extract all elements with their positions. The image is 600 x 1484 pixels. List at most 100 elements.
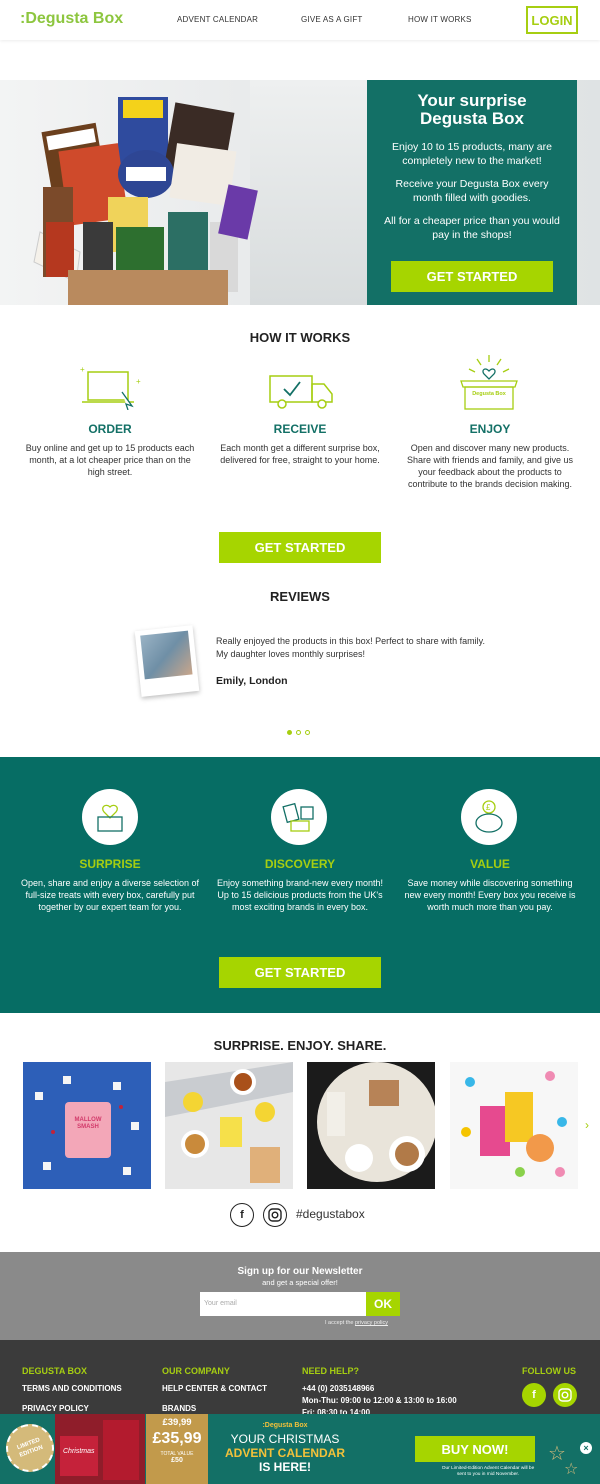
review-carousel-dots: [285, 722, 312, 740]
limited-edition-badge: LIMITED EDITION: [0, 1417, 61, 1479]
value-col-surprise: SURPRISE Open, share and enjoy a diverse…: [20, 857, 200, 913]
piggy-bank-icon: £: [461, 789, 517, 845]
promo-line3: IS HERE!: [258, 1460, 311, 1474]
enjoy-title: ENJOY: [469, 422, 511, 436]
site-header: :Degusta Box ADVENT CALENDAR GIVE AS A G…: [0, 0, 600, 40]
gallery-photo-2[interactable]: [165, 1062, 293, 1189]
order-title: ORDER: [88, 422, 132, 436]
how-col-enjoy: ENJOY Open and discover many new product…: [400, 422, 580, 490]
hero-background: [250, 80, 370, 305]
review-author: Emily, London: [216, 675, 288, 687]
close-icon[interactable]: ×: [580, 1442, 592, 1454]
values-section: £ SURPRISE Open, share and enjoy a diver…: [0, 757, 600, 1013]
footer-privacy-link[interactable]: PRIVACY POLICY: [22, 1404, 89, 1413]
gallery-photo-4[interactable]: [450, 1062, 578, 1189]
facebook-icon[interactable]: f: [230, 1203, 254, 1227]
promo-brand: :Degusta Box: [262, 1422, 308, 1429]
privacy-policy-link[interactable]: privacy policy: [355, 1320, 388, 1326]
current-price: £35,99: [152, 1430, 202, 1447]
newsletter-title: Sign up for our Newsletter: [237, 1266, 363, 1277]
gallery-title: SURPRISE. ENJOY. SHARE.: [213, 1038, 387, 1053]
footer-facebook-icon[interactable]: f: [522, 1383, 546, 1407]
carousel-dot-1[interactable]: [287, 730, 292, 735]
product-box-image: [28, 92, 268, 305]
privacy-consent: I accept the privacy policy: [325, 1320, 388, 1326]
footer-help-link[interactable]: HELP CENTER & CONTACT: [162, 1384, 267, 1393]
login-button[interactable]: LOGIN: [526, 6, 578, 34]
footer-terms-link[interactable]: TERMS AND CONDITIONS: [22, 1384, 122, 1393]
value-col-discovery: DISCOVERY Enjoy something brand-new ever…: [210, 857, 390, 913]
laptop-icon: + +: [78, 364, 144, 411]
surprise-heart-box-icon: [82, 789, 138, 845]
calendar-label: Christmas: [63, 1448, 95, 1455]
surprise-text: Open, share and enjoy a diverse selectio…: [20, 878, 200, 912]
hero-text-3: All for a cheaper price than you would p…: [384, 215, 560, 241]
gallery-photo-3[interactable]: [307, 1062, 435, 1189]
newsletter-email-input[interactable]: Your email: [200, 1292, 366, 1316]
hashtag: #degustabox: [296, 1207, 365, 1221]
footer-instagram-icon[interactable]: [553, 1383, 577, 1407]
how-it-works-title: HOW IT WORKS: [249, 330, 351, 345]
footer-col3-title: NEED HELP?: [302, 1366, 360, 1376]
gallery-photo-1[interactable]: MALLOW SMASH: [23, 1062, 151, 1189]
hero-title-line2: Degusta Box: [420, 109, 524, 128]
discovery-title: DISCOVERY: [264, 857, 336, 871]
old-price: £39,99: [162, 1417, 192, 1428]
nav-how-it-works[interactable]: HOW IT WORKS: [408, 15, 472, 24]
how-get-started-button[interactable]: GET STARTED: [219, 532, 381, 563]
gallery-next-arrow-icon[interactable]: ›: [585, 1118, 589, 1132]
buy-now-button[interactable]: BUY NOW!: [415, 1436, 535, 1462]
promo-headline: :Degusta Box YOUR CHRISTMAS ADVENT CALEN…: [210, 1422, 360, 1474]
values-get-started-button[interactable]: GET STARTED: [219, 957, 381, 988]
reviews-title: REVIEWS: [270, 589, 330, 604]
receive-title: RECEIVE: [273, 422, 327, 436]
nav-give-as-a-gift[interactable]: GIVE AS A GIFT: [301, 15, 363, 24]
surprise-title: SURPRISE: [79, 857, 141, 871]
footer-phone[interactable]: +44 (0) 2035148966: [302, 1384, 374, 1393]
hero-panel: Your surprise Degusta Box Enjoy 10 to 15…: [367, 80, 577, 305]
advent-calendar-image: Christmas: [55, 1414, 145, 1484]
footer-brands-link[interactable]: BRANDS: [162, 1404, 196, 1413]
gift-box-label: Degusta Box: [472, 391, 506, 397]
price-badge: £39,99 £35,99 TOTAL VALUE £50: [146, 1414, 208, 1484]
footer-col1-title: DEGUSTA BOX: [22, 1366, 88, 1376]
hero-title: Your surprise Degusta Box: [367, 92, 577, 128]
logo[interactable]: :Degusta Box: [20, 10, 123, 28]
site-footer: DEGUSTA BOX TERMS AND CONDITIONS PRIVACY…: [0, 1340, 600, 1420]
receive-text: Each month get a different surprise box,…: [220, 443, 380, 465]
advent-promo-banner: LIMITED EDITION Christmas £39,99 £35,99 …: [0, 1414, 600, 1484]
hero-text-2: Receive your Degusta Box every month fil…: [395, 178, 549, 204]
instagram-icon[interactable]: [263, 1203, 287, 1227]
how-col-receive: RECEIVE Each month get a different surpr…: [210, 422, 390, 466]
svg-text:+: +: [80, 365, 85, 374]
footer-col4-title: FOLLOW US: [522, 1366, 576, 1376]
promo-note: Our Limited-Edition Advent Calendar will…: [441, 1466, 535, 1477]
nav-advent-calendar[interactable]: ADVENT CALENDAR: [177, 15, 258, 24]
star-decoration-icon-2: ☆: [564, 1461, 579, 1478]
limited-edition-text: LIMITED EDITION: [16, 1437, 44, 1459]
gift-box-icon: Degusta Box: [457, 353, 521, 411]
order-text: Buy online and get up to 15 products eac…: [25, 443, 195, 477]
hero-get-started-button[interactable]: GET STARTED: [391, 261, 553, 292]
gallery-photo-1-label: MALLOW SMASH: [74, 1117, 102, 1130]
newsletter-section: Sign up for our Newsletter and get a spe…: [0, 1252, 600, 1340]
carousel-dot-3[interactable]: [305, 730, 310, 735]
hero-section: Your surprise Degusta Box Enjoy 10 to 15…: [0, 80, 600, 305]
enjoy-text: Open and discover many new products. Sha…: [407, 443, 573, 489]
review-quote: Really enjoyed the products in this box!…: [216, 636, 485, 659]
total-value: £50: [171, 1457, 183, 1464]
discovery-text: Enjoy something brand-new every month! U…: [216, 878, 384, 912]
value-text: Save money while discovering something n…: [404, 878, 576, 912]
newsletter-ok-button[interactable]: OK: [366, 1292, 400, 1316]
newsletter-subtitle: and get a special offer!: [262, 1278, 338, 1287]
discovery-products-icon: [271, 789, 327, 845]
promo-line2: ADVENT CALENDAR: [225, 1446, 345, 1460]
footer-col2-title: OUR COMPANY: [162, 1366, 230, 1376]
reviewer-photo: [134, 625, 200, 697]
how-col-order: ORDER Buy online and get up to 15 produc…: [20, 422, 200, 478]
footer-hours-1: Mon-Thu: 09:00 to 12:00 & 13:00 to 16:00: [302, 1396, 457, 1405]
carousel-dot-2[interactable]: [296, 730, 301, 735]
hero-text-1: Enjoy 10 to 15 products, many are comple…: [392, 141, 552, 167]
delivery-truck-icon: [266, 372, 336, 412]
svg-text:+: +: [136, 377, 141, 386]
